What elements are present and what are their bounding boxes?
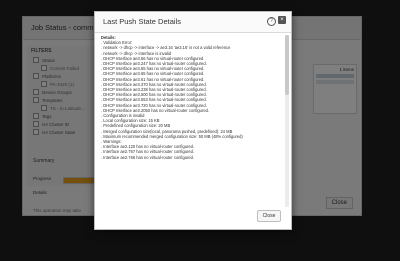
message-list: . Validation Error:. network -> dhcp -> … xyxy=(101,40,281,160)
modal-header: Last Push State Details ? × xyxy=(95,12,291,33)
close-button[interactable]: Close xyxy=(257,210,281,222)
message-line: . Interface ae2.766 has no virtual-route… xyxy=(101,154,195,160)
content-scrollbar[interactable] xyxy=(285,35,289,207)
push-state-modal: Last Push State Details ? × Details: . V… xyxy=(94,11,292,230)
details-content: Details: . Validation Error:. network ->… xyxy=(101,35,281,207)
close-icon[interactable]: × xyxy=(278,16,286,24)
help-icon[interactable]: ? xyxy=(267,17,276,26)
scroll-thumb[interactable] xyxy=(285,35,289,95)
modal-title: Last Push State Details xyxy=(103,17,181,26)
